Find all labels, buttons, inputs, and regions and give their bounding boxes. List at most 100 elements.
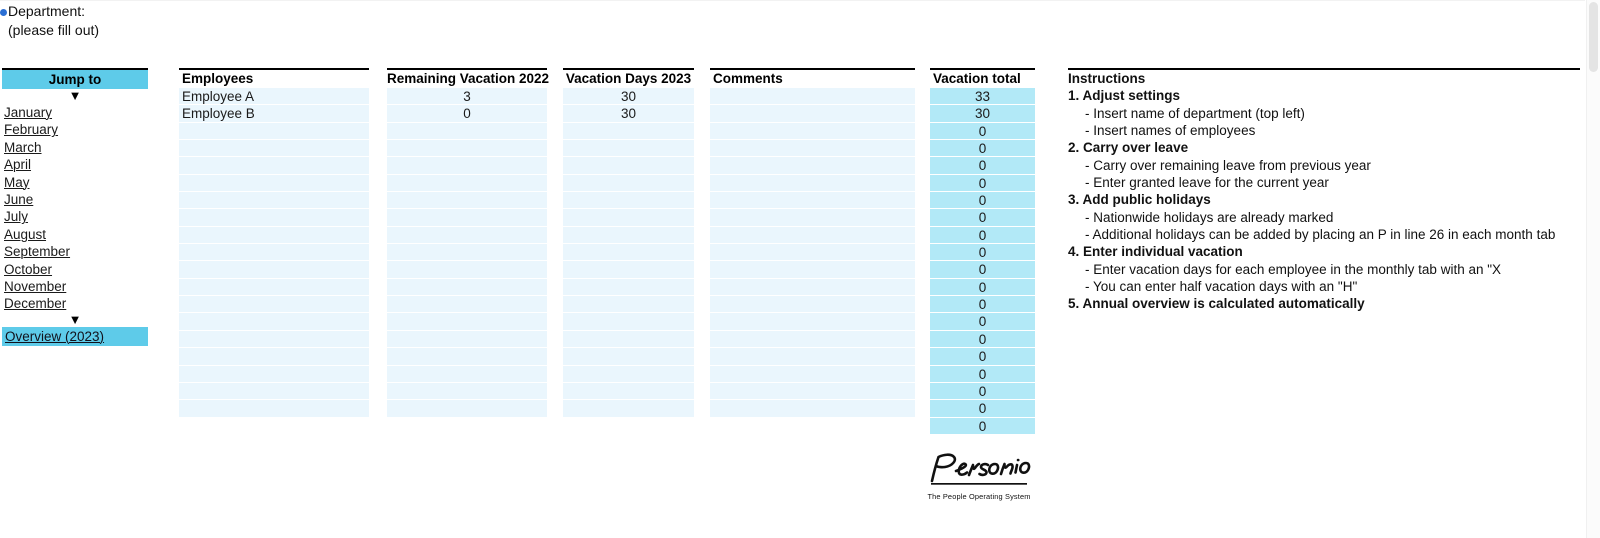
sidebar-item-october[interactable]: October xyxy=(2,261,148,278)
table-cell[interactable]: 0 xyxy=(930,400,1035,418)
department-hint[interactable]: (please fill out) xyxy=(8,21,99,40)
table-cell[interactable] xyxy=(710,174,915,193)
table-cell[interactable] xyxy=(710,400,915,418)
table-cell[interactable]: 0 xyxy=(930,226,1035,245)
table-cell[interactable] xyxy=(387,174,547,193)
table-cell[interactable] xyxy=(179,261,369,279)
table-cell[interactable] xyxy=(179,278,369,297)
table-cell[interactable] xyxy=(387,400,547,418)
table-cell[interactable]: 0 xyxy=(930,122,1035,141)
table-cell[interactable] xyxy=(710,261,915,279)
table-cell[interactable] xyxy=(563,278,694,297)
table-cell[interactable]: 0 xyxy=(930,417,1035,435)
table-cell[interactable]: 0 xyxy=(930,348,1035,366)
sidebar-item-overview[interactable]: Overview (2023) xyxy=(2,326,148,346)
table-cell[interactable] xyxy=(563,365,694,383)
table-cell[interactable]: 0 xyxy=(930,140,1035,158)
table-cell[interactable]: 0 xyxy=(930,174,1035,193)
table-cell[interactable] xyxy=(563,192,694,210)
sidebar-item-december[interactable]: December xyxy=(2,295,148,312)
table-cell[interactable] xyxy=(563,296,694,314)
table-cell[interactable]: 30 xyxy=(563,105,694,123)
table-cell[interactable] xyxy=(710,209,915,227)
table-cell[interactable] xyxy=(179,313,369,331)
table-cell[interactable]: 30 xyxy=(563,88,694,106)
table-cell[interactable] xyxy=(710,105,915,123)
table-cell[interactable]: 30 xyxy=(930,105,1035,123)
table-cell[interactable] xyxy=(387,140,547,158)
table-cell[interactable] xyxy=(179,330,369,349)
table-cell[interactable] xyxy=(179,157,369,175)
table-cell[interactable] xyxy=(563,348,694,366)
vertical-scrollbar-thumb[interactable] xyxy=(1589,2,1598,72)
sidebar-item-may[interactable]: May xyxy=(2,174,148,191)
sidebar-item-august[interactable]: August xyxy=(2,226,148,243)
sidebar-item-march[interactable]: March xyxy=(2,139,148,156)
table-cell[interactable] xyxy=(179,174,369,193)
table-cell[interactable] xyxy=(179,209,369,227)
table-cell[interactable] xyxy=(710,157,915,175)
table-cell[interactable] xyxy=(563,330,694,349)
table-cell[interactable] xyxy=(387,313,547,331)
table-cell[interactable] xyxy=(563,209,694,227)
table-cell[interactable] xyxy=(387,122,547,141)
sidebar-item-february[interactable]: February xyxy=(2,121,148,138)
table-cell[interactable] xyxy=(387,244,547,262)
table-cell[interactable] xyxy=(710,226,915,245)
table-cell[interactable] xyxy=(563,313,694,331)
table-cell[interactable] xyxy=(710,88,915,106)
table-cell[interactable] xyxy=(710,296,915,314)
table-cell[interactable]: 0 xyxy=(930,313,1035,331)
table-cell[interactable]: 0 xyxy=(930,192,1035,210)
table-cell[interactable]: 0 xyxy=(930,296,1035,314)
table-cell[interactable] xyxy=(710,244,915,262)
table-cell[interactable]: 0 xyxy=(930,157,1035,175)
table-cell[interactable] xyxy=(563,157,694,175)
table-cell[interactable] xyxy=(563,226,694,245)
table-cell[interactable] xyxy=(563,382,694,401)
table-cell[interactable]: 0 xyxy=(930,244,1035,262)
table-cell[interactable] xyxy=(710,278,915,297)
table-cell[interactable] xyxy=(387,348,547,366)
sidebar-item-january[interactable]: January xyxy=(2,104,148,121)
table-cell[interactable] xyxy=(563,261,694,279)
sidebar-item-june[interactable]: June xyxy=(2,191,148,208)
table-cell[interactable] xyxy=(563,244,694,262)
table-cell[interactable] xyxy=(387,226,547,245)
table-cell[interactable]: 0 xyxy=(930,365,1035,383)
table-cell[interactable] xyxy=(179,348,369,366)
table-cell[interactable] xyxy=(710,330,915,349)
table-cell[interactable]: 0 xyxy=(930,209,1035,227)
table-cell[interactable]: Employee A xyxy=(179,88,369,106)
table-cell[interactable] xyxy=(179,140,369,158)
table-cell[interactable] xyxy=(387,209,547,227)
table-cell[interactable] xyxy=(563,122,694,141)
table-cell[interactable] xyxy=(179,365,369,383)
table-cell[interactable] xyxy=(710,192,915,210)
table-cell[interactable] xyxy=(387,278,547,297)
table-cell[interactable]: 0 xyxy=(930,278,1035,297)
table-cell[interactable] xyxy=(179,296,369,314)
table-cell[interactable]: 0 xyxy=(387,105,547,123)
sidebar-item-april[interactable]: April xyxy=(2,156,148,173)
table-cell[interactable]: 3 xyxy=(387,88,547,106)
table-cell[interactable] xyxy=(563,140,694,158)
table-cell[interactable] xyxy=(387,382,547,401)
sidebar-item-september[interactable]: September xyxy=(2,243,148,260)
table-cell[interactable] xyxy=(179,382,369,401)
table-cell[interactable] xyxy=(179,400,369,418)
table-cell[interactable] xyxy=(563,174,694,193)
sidebar-item-november[interactable]: November xyxy=(2,278,148,295)
table-cell[interactable] xyxy=(710,122,915,141)
table-cell[interactable] xyxy=(710,382,915,401)
table-cell[interactable] xyxy=(710,365,915,383)
table-cell[interactable] xyxy=(179,244,369,262)
table-cell[interactable] xyxy=(710,313,915,331)
table-cell[interactable]: Employee B xyxy=(179,105,369,123)
table-cell[interactable]: 0 xyxy=(930,330,1035,349)
table-cell[interactable] xyxy=(387,365,547,383)
table-cell[interactable] xyxy=(387,261,547,279)
table-cell[interactable] xyxy=(387,330,547,349)
table-cell[interactable] xyxy=(710,348,915,366)
table-cell[interactable]: 0 xyxy=(930,382,1035,401)
